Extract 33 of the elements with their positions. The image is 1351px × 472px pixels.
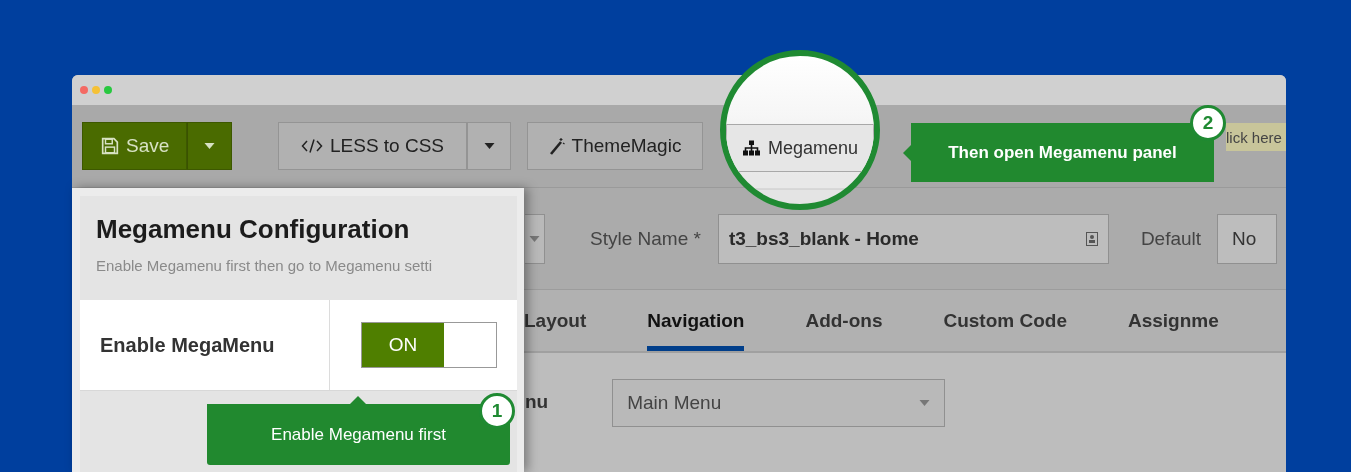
tab[interactable]: Custom Code [943,290,1067,351]
code-icon [300,138,323,154]
default-select[interactable]: No [1217,213,1278,264]
maximize-dot-icon[interactable] [104,86,112,94]
caret-icon [919,400,931,406]
tab[interactable]: Assignme [1127,290,1219,351]
toolbar-button[interactable]: LESS to CSS [278,122,467,170]
field-label: nu [525,391,549,413]
dropdown-button[interactable] [187,122,232,170]
toolbar-button[interactable]: Save [82,122,187,170]
toggle-switch[interactable]: ON [361,322,497,368]
magic-wand-icon [548,137,565,155]
menu-select[interactable]: Main Menu [612,379,946,427]
caret-icon [529,235,540,242]
style-name-field[interactable]: t3_bs3_blank - Home [717,213,1109,264]
panel-subtitle: Enable Megamenu first then go to Megamenu setti [96,257,433,274]
field-label: Default [1140,227,1202,250]
minimize-dot-icon[interactable] [92,86,100,94]
close-dot-icon[interactable] [80,86,88,94]
setting-label: Enable MegaMenu [80,300,330,390]
sitemap-icon [741,140,761,156]
style-select[interactable] [525,213,545,264]
tab[interactable]: Layout [524,290,587,351]
field-label: Style Name * [590,227,701,250]
contact-card-icon [1085,231,1098,246]
panel-title: Megamenu Configuration [96,214,410,245]
toolbar-button[interactable]: ThemeMagic [527,122,703,170]
tab[interactable]: Add-ons [805,290,883,351]
dropdown-button[interactable] [467,122,511,170]
caret-icon [204,143,215,149]
caret-icon [483,143,495,149]
toolbar-button[interactable]: Megamenu [726,124,874,172]
hint-link[interactable]: lick here [1226,123,1286,151]
